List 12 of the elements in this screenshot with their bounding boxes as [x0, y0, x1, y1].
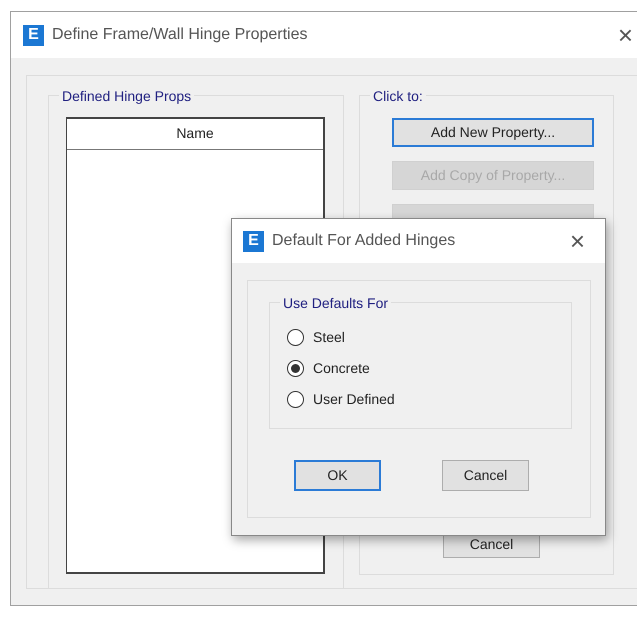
- close-button[interactable]: ×: [612, 22, 637, 48]
- column-header[interactable]: Name: [67, 119, 323, 150]
- app-logo: E: [23, 24, 44, 46]
- ok-button[interactable]: OK: [294, 460, 381, 491]
- radio-button[interactable]: [287, 391, 304, 408]
- window-title: Define Frame/Wall Hinge Properties: [52, 25, 308, 45]
- radio-button[interactable]: [287, 329, 304, 346]
- cancel-button[interactable]: Cancel: [442, 460, 529, 491]
- close-button[interactable]: ×: [564, 228, 591, 254]
- radio-button[interactable]: [287, 360, 304, 377]
- app-logo: E: [243, 230, 264, 252]
- property-button[interactable]: Add New Property...: [392, 118, 594, 147]
